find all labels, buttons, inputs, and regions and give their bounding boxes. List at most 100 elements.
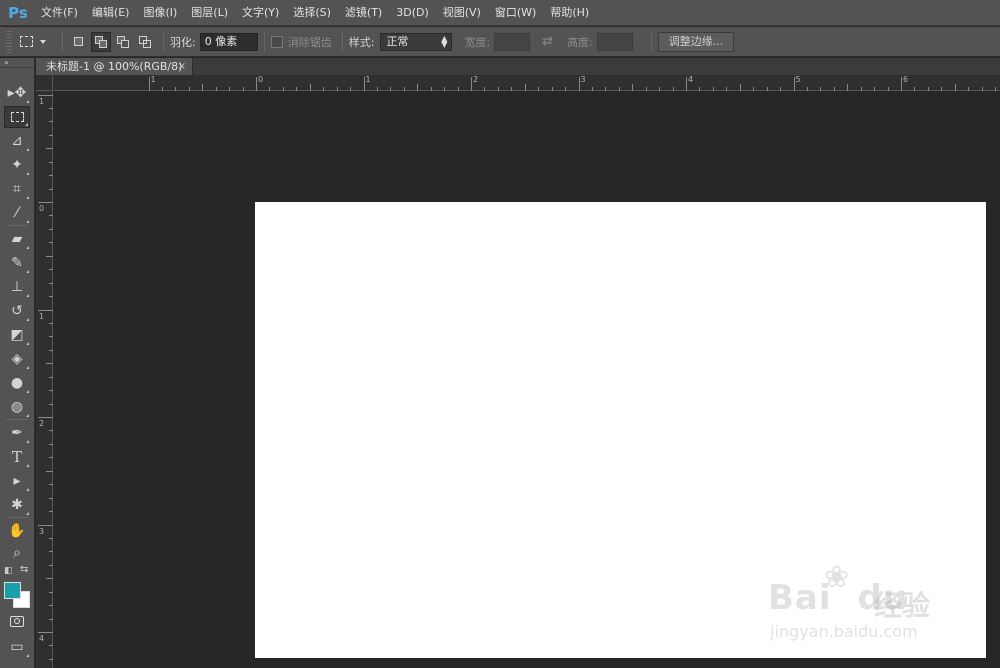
hand-icon: ✋ — [8, 523, 26, 539]
subtract-from-selection-button[interactable] — [113, 32, 133, 52]
new-selection-button[interactable] — [69, 32, 89, 52]
ruler-minor-tick — [49, 618, 53, 620]
history-brush-tool[interactable]: ↺ — [4, 300, 30, 322]
menu-file[interactable]: 文件(F) — [34, 0, 85, 26]
ruler-minor-tick — [269, 87, 271, 91]
path-selection-icon: ▸ — [13, 473, 21, 489]
style-select[interactable]: 正常 ▲ ▼ — [380, 32, 453, 51]
menu-select[interactable]: 选择(S) — [286, 0, 338, 26]
move-tool[interactable]: ▸✥ — [4, 82, 30, 104]
ruler-minor-tick — [591, 87, 593, 91]
foreground-color-swatch[interactable] — [4, 582, 21, 599]
quick-mask-button[interactable] — [4, 610, 30, 632]
eraser-tool[interactable]: ◩ — [4, 324, 30, 346]
ruler-minor-tick — [49, 457, 53, 459]
document-tab[interactable]: 未标题-1 @ 100%(RGB/8) × — [36, 58, 193, 75]
screen-mode-button[interactable]: ▭ — [4, 636, 30, 658]
path-selection-tool[interactable]: ▸ — [4, 470, 30, 492]
ruler-tick — [38, 309, 53, 311]
magic-wand-tool[interactable]: ✦ — [4, 154, 30, 176]
ruler-minor-tick — [49, 161, 53, 163]
swap-colors-icon[interactable]: ⇆ — [20, 564, 28, 575]
menu-window[interactable]: 窗口(W) — [488, 0, 543, 26]
ruler-minor-tick — [712, 87, 714, 91]
width-input[interactable] — [494, 32, 531, 51]
screen-mode-icon: ▭ — [10, 639, 24, 655]
healing-brush-tool[interactable]: ▰ — [4, 228, 30, 250]
refine-edge-button[interactable]: 调整边缘... — [657, 31, 735, 52]
ruler-tick — [901, 77, 902, 91]
menu-view[interactable]: 视图(V) — [436, 0, 488, 26]
ruler-minor-tick — [49, 107, 53, 109]
menu-layer[interactable]: 图层(L) — [184, 0, 235, 26]
ruler-label: 3 — [39, 526, 45, 536]
ruler-minor-tick — [49, 282, 53, 284]
type-tool[interactable]: T — [4, 446, 30, 468]
feather-input[interactable]: 0 像素 — [199, 32, 258, 51]
lasso-tool[interactable]: ⊿ — [4, 130, 30, 152]
ruler-tick — [471, 77, 472, 91]
swap-icon[interactable]: ⇄ — [542, 34, 553, 49]
shape-tool[interactable]: ✱ — [4, 494, 30, 516]
ruler-minor-tick — [49, 215, 53, 217]
ruler-tick — [363, 77, 365, 91]
document-tab-title: 未标题-1 @ 100%(RGB/8) — [46, 60, 183, 73]
ruler-minor-tick — [49, 484, 53, 486]
ruler-minor-tick — [699, 87, 701, 91]
pen-tool[interactable]: ✒ — [4, 422, 30, 444]
rectangular-marquee-icon — [20, 36, 33, 47]
dodge-tool[interactable]: ◍ — [4, 396, 30, 418]
ruler-label: 1 — [39, 96, 45, 106]
tool-preset-picker[interactable] — [20, 36, 46, 47]
document-tab-bar: 未标题-1 @ 100%(RGB/8) × — [36, 58, 1000, 75]
brush-tool[interactable]: ✎ — [4, 252, 30, 274]
ruler-minor-tick — [229, 87, 231, 91]
zoom-icon: ⌕ — [13, 545, 21, 561]
vertical-ruler[interactable]: 1 0 1 2 3 4 — [36, 91, 53, 668]
menu-edit[interactable]: 编辑(E) — [85, 0, 137, 26]
default-colors-icon[interactable]: ◧ — [4, 566, 13, 576]
ruler-origin[interactable] — [36, 75, 53, 91]
ruler-minor-tick — [780, 87, 782, 91]
menu-filter[interactable]: 滤镜(T) — [338, 0, 389, 26]
ruler-tick — [793, 77, 795, 91]
menu-type[interactable]: 文字(Y) — [235, 0, 286, 26]
marquee-icon — [10, 112, 24, 122]
horizontal-ruler[interactable]: 1 0 1 2 3 4 5 6 — [53, 75, 1000, 91]
options-bar-grip[interactable] — [6, 30, 12, 53]
polygon-lasso-icon: ⊿ — [11, 133, 23, 149]
ruler-minor-tick — [457, 87, 459, 91]
ruler-minor-tick — [49, 537, 53, 539]
ruler-minor-tick — [202, 84, 204, 91]
ruler-minor-tick — [820, 87, 822, 91]
ruler-minor-tick — [847, 84, 849, 91]
close-icon[interactable]: × — [178, 58, 186, 75]
add-to-selection-icon — [95, 35, 107, 48]
add-to-selection-button[interactable] — [91, 31, 111, 52]
ruler-minor-tick — [49, 269, 53, 271]
eyedropper-tool[interactable]: ⁄ — [4, 202, 30, 224]
ruler-label: 2 — [39, 419, 45, 428]
photoshop-logo: Ps — [8, 3, 28, 22]
paint-bucket-tool[interactable]: ◈ — [4, 348, 30, 370]
ruler-label: 3 — [580, 75, 586, 84]
ruler-label: 5 — [795, 75, 801, 84]
menu-help[interactable]: 帮助(H) — [543, 0, 596, 26]
ruler-minor-tick — [49, 296, 53, 298]
collapse-panel-icon[interactable]: » — [0, 58, 34, 68]
zoom-tool[interactable]: ⌕ — [4, 542, 30, 564]
intersect-selection-button[interactable] — [135, 32, 155, 52]
hand-tool[interactable]: ✋ — [4, 520, 30, 542]
rectangular-marquee-tool[interactable] — [4, 106, 30, 128]
crop-tool[interactable]: ⌗ — [4, 178, 30, 200]
menu-bar: Ps 文件(F) 编辑(E) 图像(I) 图层(L) 文字(Y) 选择(S) 滤… — [0, 0, 1000, 26]
height-input[interactable] — [596, 32, 633, 51]
ruler-minor-tick — [954, 84, 956, 91]
antialias-checkbox[interactable] — [270, 35, 283, 48]
blur-tool[interactable]: ● — [4, 372, 30, 394]
ruler-minor-tick — [659, 87, 661, 91]
ruler-minor-tick — [726, 87, 728, 91]
clone-stamp-tool[interactable]: ⊥ — [4, 276, 30, 298]
menu-image[interactable]: 图像(I) — [136, 0, 184, 26]
menu-3d[interactable]: 3D(D) — [389, 0, 436, 26]
